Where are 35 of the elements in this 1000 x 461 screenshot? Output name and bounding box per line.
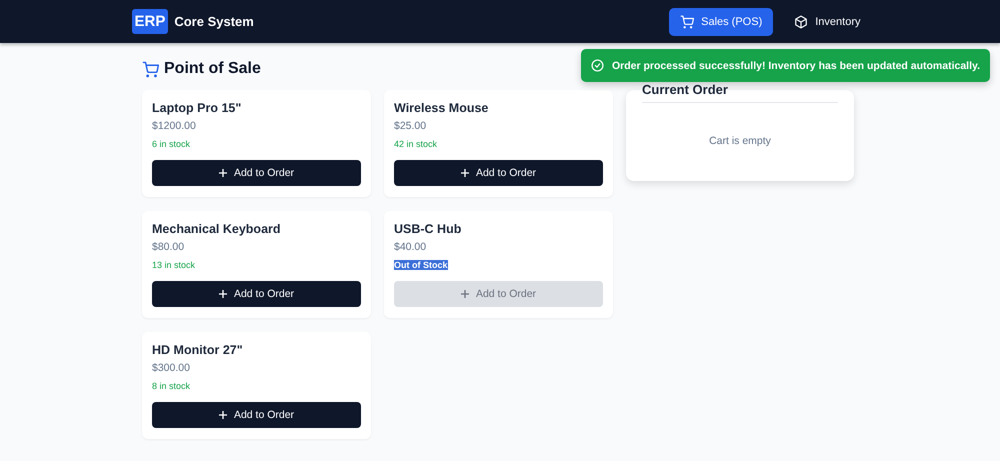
check-circle-icon (590, 59, 604, 72)
add-to-order-button[interactable]: Add to Order (152, 160, 361, 186)
plus-icon (218, 411, 227, 419)
nav-tab[interactable]: Inventory (783, 8, 872, 36)
empty-cart-text: Cart is empty (708, 135, 772, 147)
plus-icon (218, 290, 227, 298)
product-name: Mechanical Keyboard (152, 222, 282, 236)
product-price: $80.00 (152, 241, 186, 253)
toast-message: Order processed successfully! Inventory has been updated automatically. (612, 60, 980, 72)
stock-status: 8 in stock (152, 381, 190, 391)
stock-status: 42 in stock (394, 139, 438, 149)
product-name: Laptop Pro 15" (152, 101, 242, 115)
product-price: $1200.00 (152, 120, 197, 132)
add-to-order-button[interactable]: Add to Order (152, 402, 361, 428)
nav-tab[interactable]: Sales (POS) (669, 8, 774, 36)
cube-icon (794, 14, 808, 28)
plus-icon (460, 169, 469, 177)
product-name: USB-C Hub (394, 222, 462, 236)
product-price: $25.00 (394, 120, 428, 132)
stock-status: Out of Stock (394, 260, 448, 270)
stock-status: 13 in stock (152, 260, 196, 270)
product-price: $300.00 (152, 362, 191, 374)
cart-icon (142, 60, 159, 78)
stock-status: 6 in stock (152, 139, 190, 149)
add-to-order-button[interactable]: Add to Order (152, 281, 361, 307)
cart-icon (680, 14, 694, 28)
page-title: Point of Sale (164, 60, 261, 78)
product-price: $40.00 (394, 241, 428, 253)
logo: ERP (132, 9, 168, 34)
plus-icon (460, 290, 469, 298)
product-name: Wireless Mouse (394, 101, 490, 115)
product-name: HD Monitor 27" (152, 343, 244, 357)
app-title: Core System (174, 14, 254, 29)
plus-icon (218, 169, 227, 177)
add-to-order-button[interactable]: Add to Order (394, 160, 603, 186)
